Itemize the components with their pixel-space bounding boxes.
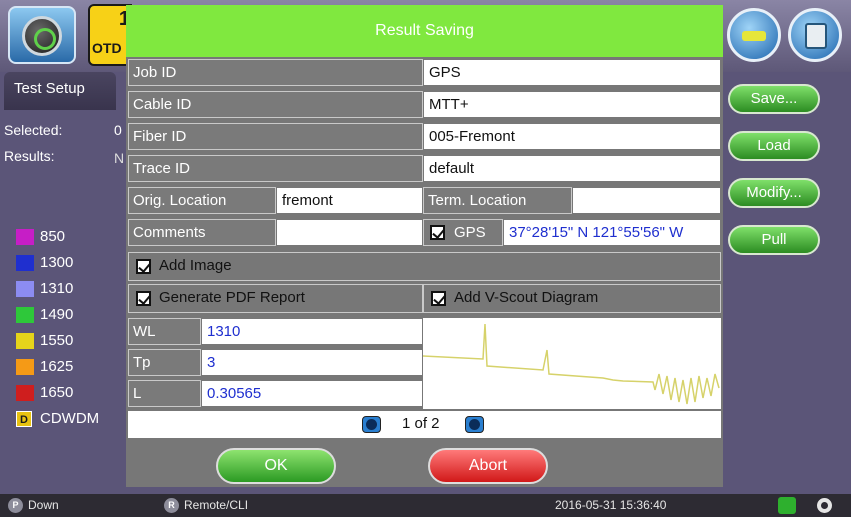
home-button[interactable] xyxy=(8,6,76,64)
job-id-label: Job ID xyxy=(128,59,423,86)
save-button[interactable]: Save... xyxy=(728,84,820,114)
orig-location-field[interactable]: fremont xyxy=(276,187,423,214)
color-swatch xyxy=(16,333,34,349)
selected-value: 0 xyxy=(114,122,122,138)
abort-button[interactable]: Abort xyxy=(428,448,548,484)
orig-location-label: Orig. Location xyxy=(128,187,276,214)
term-location-field[interactable] xyxy=(572,187,721,214)
results-header: N xyxy=(114,150,125,166)
document-icon xyxy=(805,23,827,49)
color-swatch xyxy=(16,255,34,271)
page-indicator: 1 of 2 xyxy=(402,415,440,432)
tp-label: Tp xyxy=(128,349,201,376)
l-value: 0.30565 xyxy=(201,380,423,407)
color-swatch xyxy=(16,359,34,375)
modify-button[interactable]: Modify... xyxy=(728,178,820,208)
minus-icon xyxy=(742,31,766,41)
power-icon xyxy=(22,16,62,56)
l-label: L xyxy=(128,380,201,407)
gps-coordinates: 37°28'15" N 121°55'56" W xyxy=(503,219,721,246)
tab-test-setup[interactable]: Test Setup xyxy=(4,72,116,110)
load-button[interactable]: Load xyxy=(728,131,820,161)
phone-icon[interactable] xyxy=(778,497,796,514)
remote-icon: R xyxy=(164,498,179,513)
pull-button[interactable]: Pull xyxy=(728,225,820,255)
next-page-button[interactable] xyxy=(465,416,484,433)
cable-id-label: Cable ID xyxy=(128,91,423,118)
job-id-field[interactable]: GPS xyxy=(423,59,721,86)
port-status-text: Down xyxy=(28,498,59,512)
fiber-id-label: Fiber ID xyxy=(128,123,423,150)
legend-label: 850 xyxy=(40,228,66,245)
vscout-checkbox[interactable] xyxy=(431,291,446,306)
trace-line xyxy=(422,323,720,405)
trace-id-field[interactable]: default xyxy=(423,155,721,182)
remote-status-text: Remote/CLI xyxy=(184,498,249,512)
date-time: 2016-05-31 15:36:40 xyxy=(555,498,667,512)
term-location-label: Term. Location xyxy=(423,187,572,214)
tp-value: 3 xyxy=(201,349,423,376)
selected-label: Selected: xyxy=(4,122,63,138)
results-label: Results: xyxy=(4,148,55,164)
result-saving-dialog: Result Saving Job ID GPS Cable ID MTT+ F… xyxy=(126,5,723,487)
port-status-icon: P xyxy=(8,498,23,513)
fiber-id-field[interactable]: 005-Fremont xyxy=(423,123,721,150)
color-swatch xyxy=(16,307,34,323)
pager: 1 of 2 xyxy=(128,411,721,438)
module-name: OTD xyxy=(92,40,122,56)
trace-graph xyxy=(422,323,720,405)
color-swatch xyxy=(16,281,34,297)
wl-value: 1310 xyxy=(201,318,423,345)
color-swatch xyxy=(16,385,34,401)
module-number: 1 xyxy=(118,8,130,30)
comments-label: Comments xyxy=(128,219,276,246)
ok-button[interactable]: OK xyxy=(216,448,336,484)
legend-label: 1310 xyxy=(40,280,74,297)
cdwdm-badge: D xyxy=(16,411,32,427)
comments-field[interactable] xyxy=(276,219,423,246)
wl-label: WL xyxy=(128,318,201,345)
settings-icon[interactable] xyxy=(817,498,832,513)
legend-label: CDWDM xyxy=(40,410,100,427)
vscout-label: Add V-Scout Diagram xyxy=(454,289,599,306)
files-button[interactable] xyxy=(788,8,842,62)
gps-checkbox[interactable] xyxy=(430,225,445,240)
generate-pdf-checkbox[interactable] xyxy=(136,291,151,306)
legend-label: 1650 xyxy=(40,384,74,401)
status-bar: P Down R Remote/CLI 2016-05-31 15:36:40 xyxy=(0,494,851,517)
legend-label: 1490 xyxy=(40,306,74,323)
prev-page-button[interactable] xyxy=(362,416,381,433)
add-image-label: Add Image xyxy=(159,257,232,274)
add-image-checkbox[interactable] xyxy=(136,259,151,274)
legend-label: 1300 xyxy=(40,254,74,271)
generate-pdf-label: Generate PDF Report xyxy=(159,289,305,306)
minimize-button[interactable] xyxy=(727,8,781,62)
legend-label: 1550 xyxy=(40,332,74,349)
dialog-title: Result Saving xyxy=(126,5,723,57)
trace-id-label: Trace ID xyxy=(128,155,423,182)
legend-label: 1625 xyxy=(40,358,74,375)
cable-id-field[interactable]: MTT+ xyxy=(423,91,721,118)
color-swatch xyxy=(16,229,34,245)
trace-preview xyxy=(422,318,721,409)
